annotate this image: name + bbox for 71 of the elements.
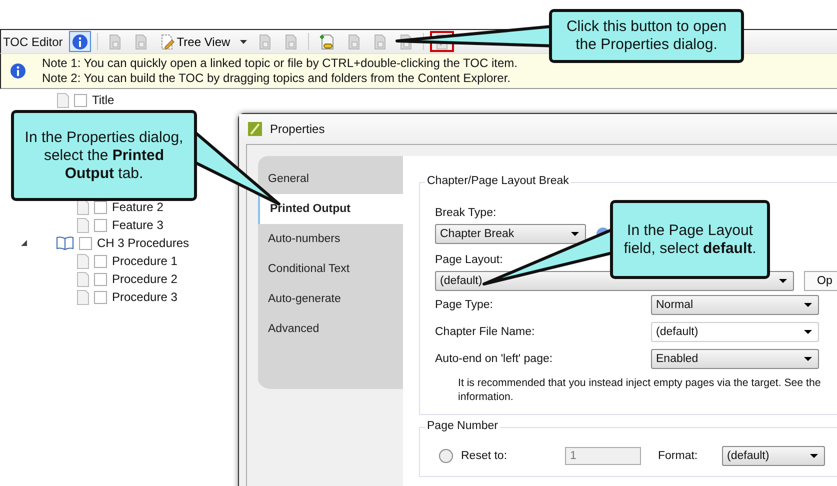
dropdown[interactable]: Enabled	[651, 348, 819, 368]
tree-item[interactable]: Title	[92, 93, 114, 107]
callout: Click this button to open the Properties dialog.	[549, 9, 744, 63]
pencil-page-icon	[158, 34, 175, 50]
tab[interactable]: General	[258, 164, 403, 194]
note-text: Note 1: You can quickly open a linked topic or file by CTRL+double-clicking the TOC item.	[42, 56, 518, 71]
app-icon	[248, 122, 262, 136]
callout: In the Page Layout field, select default.	[610, 200, 770, 279]
info-icon	[10, 63, 26, 79]
field-label: Format:	[658, 450, 699, 462]
tree-item[interactable]: Procedure 3	[112, 290, 178, 304]
tree-item[interactable]: Feature 2	[112, 200, 164, 214]
note-text: Note 2: You can build the TOC by dragging topics and folders from the Content Explorer.	[42, 71, 512, 86]
page-icon	[106, 34, 123, 50]
page-icon	[77, 218, 89, 232]
caret-icon	[240, 40, 248, 44]
dropdown[interactable]: (default)	[651, 322, 819, 342]
page-icon	[283, 34, 300, 50]
dropdown[interactable]: Normal	[651, 294, 819, 314]
tree-view-dropdown[interactable]: Tree View	[156, 31, 250, 52]
checkbox[interactable]	[94, 254, 107, 268]
caret-icon	[779, 279, 787, 283]
field-label: Chapter File Name:	[435, 326, 536, 338]
hint-text: It is recommended that you instead inject empty pages via the target. See the	[458, 376, 821, 390]
page-icon	[257, 34, 274, 50]
page-icon	[346, 34, 362, 50]
group-title: Chapter/Page Layout Break	[425, 175, 571, 187]
info-button[interactable]	[68, 31, 91, 52]
page-icon	[372, 34, 388, 50]
tab[interactable]: Conditional Text	[258, 254, 403, 284]
info-icon	[72, 34, 88, 50]
caret-icon	[810, 454, 818, 458]
hint-text: information.	[458, 390, 514, 404]
checkbox[interactable]	[94, 218, 107, 232]
break-type-dropdown[interactable]: Chapter Break	[435, 224, 586, 244]
checkbox[interactable]	[94, 290, 107, 304]
checkbox[interactable]	[79, 236, 92, 250]
checkbox[interactable]	[74, 94, 87, 106]
tree-item[interactable]: Procedure 1	[112, 254, 178, 268]
field-label: Page Layout:	[435, 254, 503, 266]
tree-item[interactable]: Feature 3	[112, 218, 164, 232]
caret-icon	[571, 232, 579, 236]
field-label: Auto-end on 'left' page:	[435, 352, 554, 364]
tab[interactable]: Auto-generate	[258, 284, 403, 314]
page-icon	[77, 272, 89, 286]
page-icon	[132, 34, 149, 50]
tab[interactable]: Advanced	[258, 314, 403, 344]
add-link-icon	[318, 32, 336, 50]
open-button[interactable]: Op	[804, 271, 837, 291]
field-label: Page Type:	[435, 298, 494, 310]
field-label: Reset to:	[461, 450, 508, 462]
editor-title: TOC Editor	[3, 34, 63, 48]
checkbox[interactable]	[94, 272, 107, 286]
tree-item[interactable]: CH 3 Procedures	[97, 236, 190, 250]
tab[interactable]: Printed Output	[258, 194, 403, 224]
checkbox[interactable]	[94, 200, 107, 214]
dialog-title: Properties	[270, 122, 325, 136]
caret-icon	[804, 356, 812, 360]
page-icon	[77, 200, 89, 214]
page-icon	[77, 290, 89, 304]
page-icon	[57, 92, 69, 108]
book-icon	[56, 236, 74, 250]
field-label: Break Type:	[435, 207, 496, 219]
caret-icon	[804, 330, 812, 334]
caret-icon	[804, 302, 812, 306]
expand-arrow-icon[interactable]	[21, 240, 27, 246]
group-title: Page Number	[425, 420, 500, 432]
tab[interactable]: Auto-numbers	[258, 224, 403, 254]
format-dropdown[interactable]: (default)	[722, 446, 825, 466]
page-icon	[77, 254, 89, 268]
tree-item[interactable]: Procedure 2	[112, 272, 178, 286]
